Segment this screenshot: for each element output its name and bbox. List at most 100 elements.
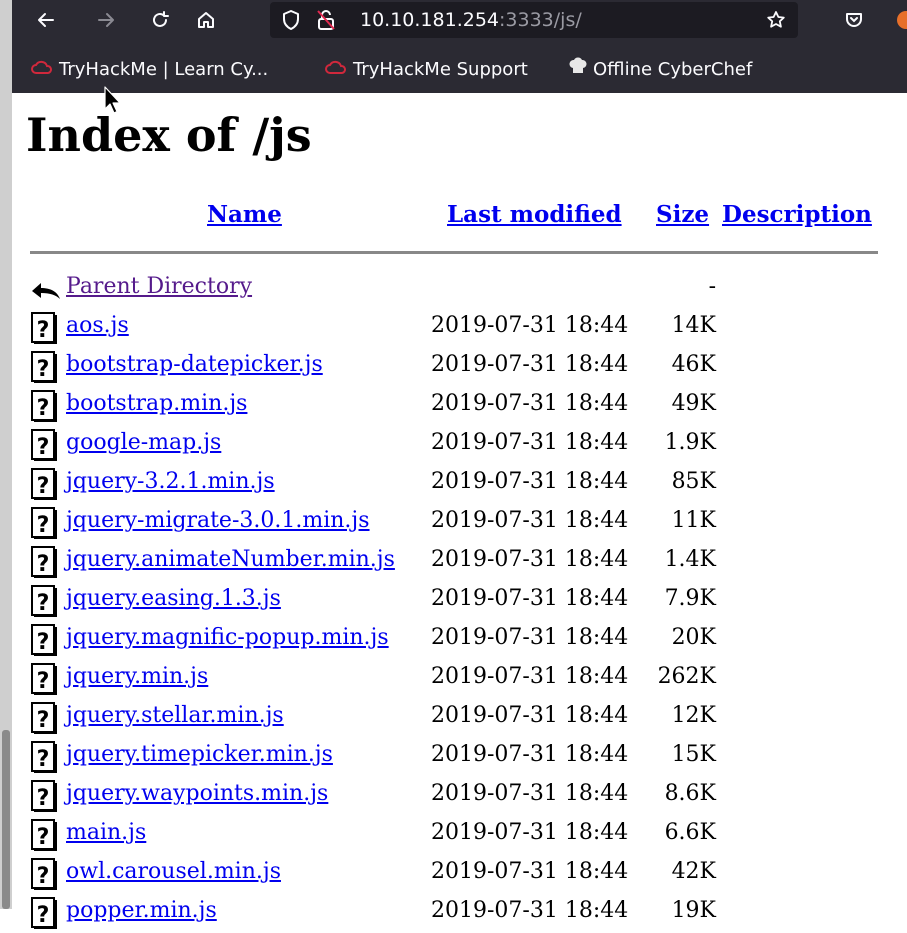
svg-text:?: ? [37, 747, 50, 772]
file-modified: 2019-07-31 18:44 [431, 742, 629, 767]
file-modified: 2019-07-31 18:44 [431, 508, 629, 533]
file-link[interactable]: bootstrap.min.js [66, 391, 247, 416]
file-modified: 2019-07-31 18:44 [431, 703, 629, 728]
back-button[interactable] [30, 4, 62, 36]
file-row: ? google-map.js 2019-07-31 18:44 1.9K [0, 426, 907, 465]
file-modified: 2019-07-31 18:44 [431, 391, 629, 416]
file-link[interactable]: google-map.js [66, 430, 221, 455]
bookmark-tryhackme-support[interactable]: TryHackMe Support [324, 52, 528, 88]
file-link[interactable]: popper.min.js [66, 898, 217, 923]
unknown-file-icon: ? [30, 390, 58, 426]
file-row: ? bootstrap.min.js 2019-07-31 18:44 49K [0, 387, 907, 426]
svg-text:?: ? [37, 318, 50, 343]
reload-icon [153, 11, 169, 27]
unknown-file-icon: ? [30, 741, 58, 777]
file-size: 12K [671, 703, 716, 728]
svg-text:?: ? [37, 591, 50, 616]
pocket-icon[interactable] [844, 10, 864, 34]
chef-hat-icon [568, 52, 588, 88]
unknown-file-icon: ? [30, 468, 58, 504]
svg-text:?: ? [37, 474, 50, 499]
file-row: ? jquery-migrate-3.0.1.min.js 2019-07-31 1… [0, 504, 907, 543]
file-row: ? popper.min.js 2019-07-31 18:44 19K [0, 894, 907, 933]
file-size: 8.6K [664, 781, 716, 806]
unknown-file-icon: ? [30, 819, 58, 855]
bookmarks-toolbar: TryHackMe | Learn Cy... TryHackMe Suppor… [12, 52, 907, 88]
file-link[interactable]: jquery-3.2.1.min.js [66, 469, 275, 494]
file-size: 42K [671, 859, 716, 884]
back-arrow-icon [30, 275, 62, 307]
file-size: 1.9K [664, 430, 716, 455]
file-row: ? jquery.magnific-popup.min.js 2019-07-31 … [0, 621, 907, 660]
bookmark-star-icon[interactable] [766, 10, 786, 34]
url-bar[interactable]: 10.10.181.254:3333/js/ [270, 2, 798, 38]
back-arrow-icon [38, 13, 54, 27]
file-link[interactable]: jquery-migrate-3.0.1.min.js [66, 508, 370, 533]
parent-directory-row: Parent Directory - [0, 270, 907, 309]
file-row: ? main.js 2019-07-31 18:44 6.6K [0, 816, 907, 855]
file-modified: 2019-07-31 18:44 [431, 586, 629, 611]
file-link[interactable]: jquery.timepicker.min.js [66, 742, 333, 767]
svg-text:?: ? [37, 357, 50, 382]
file-row: ? jquery.animateNumber.min.js 2019-07-31 1… [0, 543, 907, 582]
file-size: 85K [671, 469, 716, 494]
column-header-size[interactable]: Size [656, 201, 709, 228]
unknown-file-icon: ? [30, 702, 58, 738]
unknown-file-icon: ? [30, 351, 58, 387]
unknown-file-icon: ? [30, 429, 58, 465]
file-modified: 2019-07-31 18:44 [431, 313, 629, 338]
file-modified: 2019-07-31 18:44 [431, 430, 629, 455]
url-path: :3333/js/ [499, 9, 582, 31]
file-modified: 2019-07-31 18:44 [431, 625, 629, 650]
svg-text:?: ? [37, 552, 50, 577]
reload-button[interactable] [144, 4, 176, 36]
unknown-file-icon: ? [30, 858, 58, 894]
column-header-last-modified[interactable]: Last modified [447, 201, 622, 228]
insecure-lock-icon[interactable] [316, 9, 336, 35]
parent-directory-size: - [708, 274, 716, 299]
unknown-file-icon: ? [30, 624, 58, 660]
bookmark-tryhackme[interactable]: TryHackMe | Learn Cy... [30, 52, 268, 88]
unknown-file-icon: ? [30, 897, 58, 933]
file-row: ? owl.carousel.min.js 2019-07-31 18:44 42K [0, 855, 907, 894]
svg-text:?: ? [37, 669, 50, 694]
column-header-name[interactable]: Name [207, 201, 282, 228]
file-link[interactable]: owl.carousel.min.js [66, 859, 281, 884]
file-modified: 2019-07-31 18:44 [431, 352, 629, 377]
file-row: ? jquery.easing.1.3.js 2019-07-31 18:44 7.9… [0, 582, 907, 621]
file-link[interactable]: jquery.easing.1.3.js [66, 586, 281, 611]
file-link[interactable]: main.js [66, 820, 146, 845]
column-header-description[interactable]: Description [722, 201, 872, 228]
svg-text:?: ? [37, 630, 50, 655]
file-link[interactable]: aos.js [66, 313, 129, 338]
file-link[interactable]: jquery.animateNumber.min.js [66, 547, 395, 572]
thm-cloud-icon [324, 52, 348, 88]
parent-directory-link[interactable]: Parent Directory [66, 274, 252, 299]
file-size: 14K [671, 313, 716, 338]
svg-text:?: ? [37, 396, 50, 421]
file-modified: 2019-07-31 18:44 [431, 547, 629, 572]
file-link[interactable]: jquery.magnific-popup.min.js [66, 625, 389, 650]
shield-icon[interactable] [282, 10, 300, 34]
svg-text:?: ? [37, 708, 50, 733]
unknown-file-icon: ? [30, 585, 58, 621]
file-link[interactable]: jquery.waypoints.min.js [66, 781, 328, 806]
bookmark-offline-cyberchef[interactable]: Offline CyberChef [568, 52, 752, 88]
unknown-file-icon: ? [30, 663, 58, 699]
unknown-file-icon: ? [30, 312, 58, 348]
file-size: 46K [671, 352, 716, 377]
url-host: 10.10.181.254 [360, 9, 500, 31]
forward-button[interactable] [90, 4, 122, 36]
file-modified: 2019-07-31 18:44 [431, 781, 629, 806]
file-link[interactable]: jquery.min.js [66, 664, 208, 689]
file-size: 15K [671, 742, 716, 767]
extension-icon[interactable] [896, 10, 907, 30]
file-size: 262K [657, 664, 716, 689]
file-link[interactable]: bootstrap-datepicker.js [66, 352, 323, 377]
url-text[interactable]: 10.10.181.254:3333/js/ [360, 2, 582, 38]
file-link[interactable]: jquery.stellar.min.js [66, 703, 284, 728]
home-button[interactable] [190, 4, 222, 36]
bookmark-label: TryHackMe | Learn Cy... [59, 59, 269, 80]
file-size: 20K [671, 625, 716, 650]
thm-cloud-icon [30, 52, 54, 88]
